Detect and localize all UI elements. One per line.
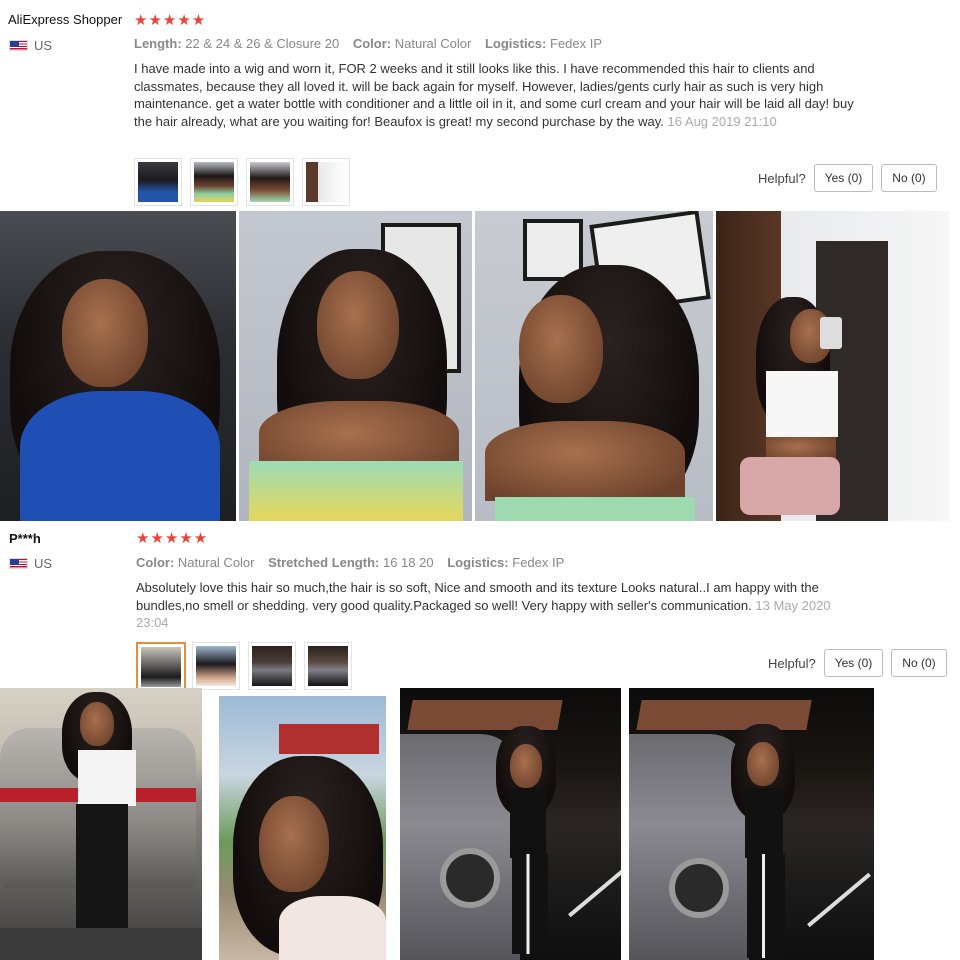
review-thumbnail-selected[interactable]: [136, 642, 186, 692]
review-thumbnail[interactable]: [304, 642, 352, 690]
review-photo[interactable]: [716, 211, 949, 521]
helpful-votes: Helpful? Yes (0) No (0): [768, 649, 947, 677]
reviewer-country: US: [9, 38, 52, 53]
attr-value: Fedex IP: [550, 36, 603, 51]
attr-value: 16 18 20: [382, 555, 434, 570]
review-photo[interactable]: [239, 211, 472, 521]
country-label: US: [34, 556, 53, 571]
attr-value: Natural Color: [394, 36, 472, 51]
reviewer-country: US: [9, 556, 52, 571]
helpful-no-button[interactable]: No (0): [881, 164, 937, 192]
review-photo[interactable]: [0, 211, 236, 521]
helpful-votes: Helpful? Yes (0) No (0): [758, 164, 937, 192]
review-photo[interactable]: [400, 688, 621, 960]
review-thumbnail[interactable]: [134, 158, 182, 206]
review-thumbnail[interactable]: [302, 158, 350, 206]
review-text: I have made into a wig and worn it, FOR …: [134, 60, 854, 130]
helpful-label: Helpful?: [758, 170, 806, 186]
attr-key: Length:: [134, 36, 182, 51]
order-attributes: Color: Natural Color Stretched Length: 1…: [136, 555, 574, 570]
star-rating: ★★★★★: [134, 12, 207, 29]
attr-value: Fedex IP: [512, 555, 565, 570]
attr-value: 22 & 24 & 26 & Closure 20: [185, 36, 340, 51]
review-date: 16 Aug 2019 21:10: [667, 113, 777, 129]
attr-value: Natural Color: [177, 555, 255, 570]
star-rating: ★★★★★: [136, 530, 209, 547]
review-thumbnail[interactable]: [246, 158, 294, 206]
review-photo[interactable]: [629, 688, 874, 960]
reviewer-name: AliExpress Shopper: [8, 12, 123, 27]
attr-key: Stretched Length:: [268, 555, 380, 570]
attr-key: Color:: [136, 555, 175, 570]
us-flag-icon: [9, 558, 28, 569]
review-photo[interactable]: [475, 211, 713, 521]
attr-key: Color:: [352, 36, 392, 51]
review-photo[interactable]: [0, 688, 202, 960]
review-thumbnail[interactable]: [192, 642, 240, 690]
review-thumbnail[interactable]: [248, 642, 296, 690]
review-body: Absolutely love this hair so much,the ha…: [136, 580, 819, 613]
helpful-yes-button[interactable]: Yes (0): [813, 164, 874, 192]
attr-key: Logistics:: [484, 36, 547, 51]
helpful-label: Helpful?: [768, 655, 816, 671]
order-attributes: Length: 22 & 24 & 26 & Closure 20 Color:…: [134, 36, 612, 51]
review-text: Absolutely love this hair so much,the ha…: [136, 579, 866, 632]
review-photo[interactable]: [219, 696, 386, 960]
country-label: US: [34, 38, 53, 53]
us-flag-icon: [9, 40, 28, 51]
review-thumbnail[interactable]: [190, 158, 238, 206]
reviewer-name: P***h: [9, 531, 41, 546]
attr-key: Logistics:: [447, 555, 509, 570]
helpful-yes-button[interactable]: Yes (0): [823, 649, 884, 677]
helpful-no-button[interactable]: No (0): [891, 649, 947, 677]
